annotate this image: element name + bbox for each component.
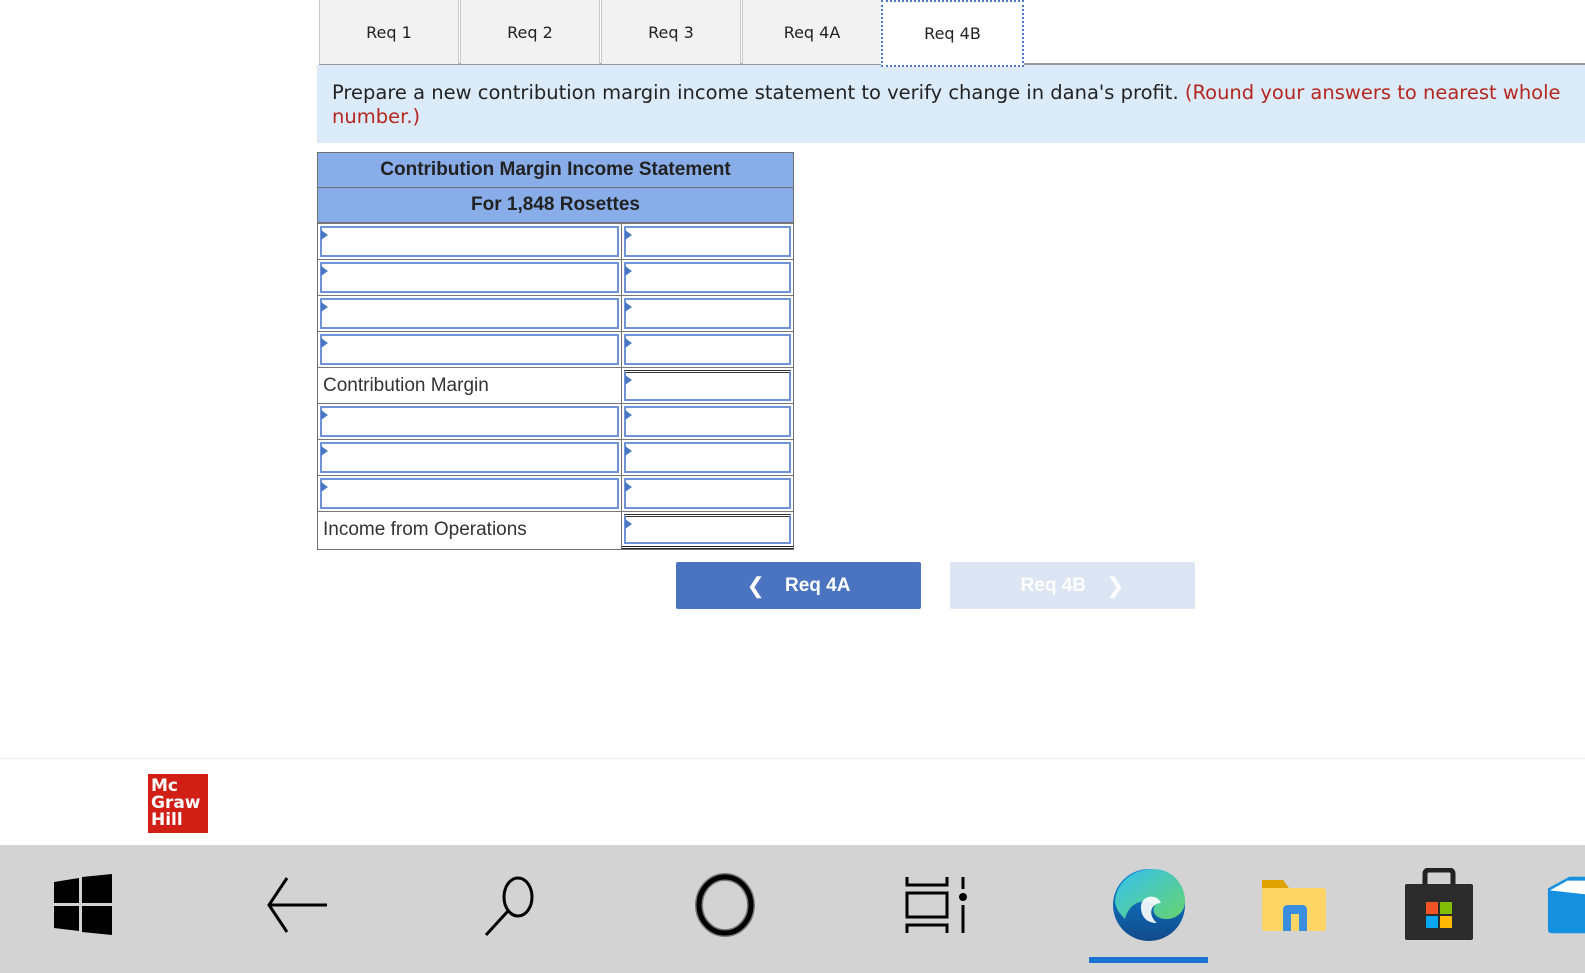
table-row bbox=[318, 295, 793, 331]
cortana-icon[interactable] bbox=[690, 845, 760, 965]
line-item-dropdown[interactable] bbox=[320, 226, 619, 257]
chevron-right-icon: ❯ bbox=[1106, 572, 1125, 598]
tab-label: Req 4B bbox=[924, 24, 981, 43]
line-item-dropdown[interactable] bbox=[320, 406, 619, 437]
income-from-operations-input[interactable] bbox=[624, 514, 791, 544]
prev-req-label: Req 4A bbox=[784, 574, 851, 596]
tab-req-2[interactable]: Req 2 bbox=[460, 0, 600, 64]
instruction-text: Prepare a new contribution margin income… bbox=[332, 81, 1179, 104]
next-req-label: Req 4B bbox=[1020, 574, 1087, 596]
line-item-dropdown[interactable] bbox=[320, 442, 619, 473]
amount-input[interactable] bbox=[624, 226, 791, 257]
active-app-indicator bbox=[1089, 957, 1208, 963]
task-view-icon[interactable] bbox=[900, 845, 972, 965]
prev-req-button[interactable]: ❮ Req 4A bbox=[676, 562, 921, 609]
edge-browser-icon[interactable] bbox=[1108, 845, 1190, 965]
file-explorer-icon[interactable] bbox=[1260, 845, 1328, 965]
table-row bbox=[318, 259, 793, 295]
mcgraw-hill-logo: Mc Graw Hill bbox=[148, 774, 208, 833]
windows-start-icon[interactable] bbox=[50, 845, 116, 965]
amount-input[interactable] bbox=[624, 406, 791, 437]
table-row bbox=[318, 331, 793, 367]
mail-icon[interactable] bbox=[1546, 845, 1585, 965]
income-statement-table: Contribution Margin Income Statement For… bbox=[317, 152, 794, 550]
amount-input[interactable] bbox=[624, 442, 791, 473]
contribution-margin-row: Contribution Margin bbox=[318, 367, 793, 403]
tab-req-1[interactable]: Req 1 bbox=[319, 0, 459, 64]
tab-req-3[interactable]: Req 3 bbox=[601, 0, 741, 64]
tab-label: Req 1 bbox=[366, 22, 412, 42]
table-row bbox=[318, 223, 793, 259]
microsoft-store-icon[interactable] bbox=[1402, 845, 1476, 965]
logo-line: Hill bbox=[151, 810, 183, 830]
income-from-operations-label: Income from Operations bbox=[323, 519, 527, 540]
table-row bbox=[318, 403, 793, 439]
amount-input[interactable] bbox=[624, 334, 791, 365]
windows-taskbar bbox=[0, 845, 1585, 973]
table-row bbox=[318, 439, 793, 475]
footer-divider bbox=[0, 758, 1585, 759]
line-item-dropdown[interactable] bbox=[320, 298, 619, 329]
statement-subtitle: For 1,848 Rosettes bbox=[318, 188, 793, 223]
page: Req 1 Req 2 Req 3 Req 4A Req 4B Prepare … bbox=[0, 0, 1585, 845]
table-row bbox=[318, 475, 793, 511]
tab-label: Req 4A bbox=[783, 22, 841, 42]
tab-label: Req 3 bbox=[648, 22, 694, 42]
next-req-button: Req 4B ❯ bbox=[950, 562, 1195, 609]
line-item-dropdown[interactable] bbox=[320, 334, 619, 365]
tab-req-4a[interactable]: Req 4A bbox=[742, 0, 882, 64]
statement-title: Contribution Margin Income Statement bbox=[318, 153, 793, 188]
requirement-tabs: Req 1 Req 2 Req 3 Req 4A Req 4B bbox=[319, 0, 1585, 67]
search-icon[interactable] bbox=[475, 845, 545, 965]
tab-label: Req 2 bbox=[507, 22, 553, 42]
income-from-operations-row: Income from Operations bbox=[318, 511, 793, 549]
line-item-dropdown[interactable] bbox=[320, 262, 619, 293]
tab-req-4b[interactable]: Req 4B bbox=[881, 0, 1024, 67]
chevron-left-icon: ❮ bbox=[746, 572, 765, 598]
instruction-box: Prepare a new contribution margin income… bbox=[317, 65, 1585, 143]
contribution-margin-input[interactable] bbox=[624, 370, 791, 401]
amount-input[interactable] bbox=[624, 478, 791, 509]
back-arrow-icon[interactable] bbox=[262, 845, 332, 965]
contribution-margin-label: Contribution Margin bbox=[323, 375, 489, 396]
line-item-dropdown[interactable] bbox=[320, 478, 619, 509]
amount-input[interactable] bbox=[624, 262, 791, 293]
amount-input[interactable] bbox=[624, 298, 791, 329]
